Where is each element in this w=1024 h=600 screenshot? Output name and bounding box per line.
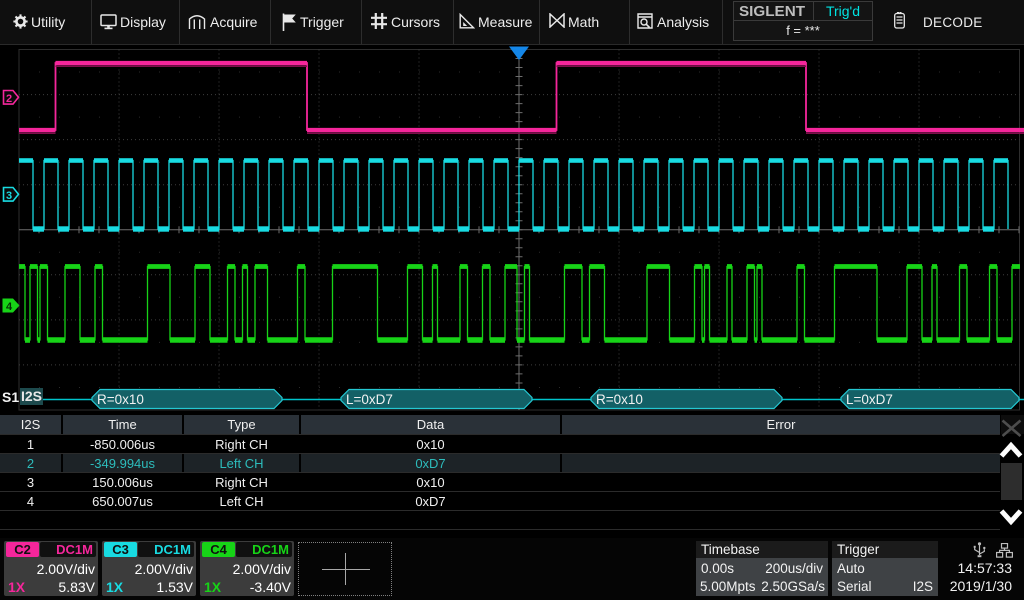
svg-text:SIGLENT: SIGLENT [739,4,805,20]
svg-text:R=0x10: R=0x10 [596,392,643,407]
svg-text:L=0xD7: L=0xD7 [846,392,893,407]
svg-text:3: 3 [6,190,12,202]
svg-text:R=0x10: R=0x10 [97,392,144,407]
svg-text:2: 2 [6,93,12,105]
svg-text:L=0xD7: L=0xD7 [346,392,393,407]
svg-text:4: 4 [6,301,13,313]
